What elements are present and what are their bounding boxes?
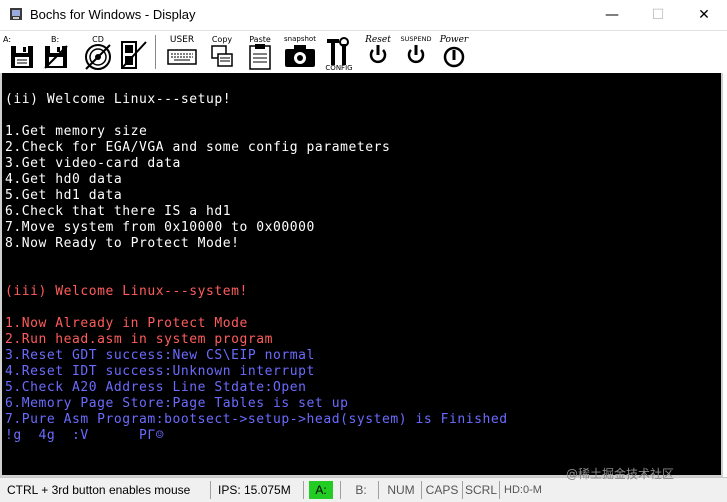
- config-label: CONFIG: [325, 64, 353, 72]
- status-divider: [421, 481, 422, 499]
- status-divider: [340, 481, 341, 499]
- paste-button[interactable]: Paste: [245, 34, 275, 72]
- hard-disk-indicator: HD:0-M: [504, 484, 542, 496]
- power-label: Power: [439, 35, 469, 45]
- console-line: (ii) Welcome Linux---setup!: [5, 92, 232, 107]
- paste-label: Paste: [249, 35, 271, 44]
- floppy-b-label: B:: [51, 35, 60, 44]
- bochs-app-icon: [10, 8, 22, 20]
- usb-icon: [121, 41, 147, 69]
- console-line: 3.Reset GDT success:New CS\EIP normal: [5, 348, 315, 363]
- console-line: 8.Now Ready to Protect Mode!: [5, 236, 240, 251]
- console-line: 5.Get hd1 data: [5, 188, 123, 203]
- console-line: 3.Get video-card data: [5, 156, 181, 171]
- minimize-icon: —: [605, 7, 619, 23]
- power-button[interactable]: Power: [437, 34, 471, 72]
- mouse-hint-text: CTRL + 3rd button enables mouse: [7, 483, 191, 497]
- caps-lock-indicator: CAPS: [425, 483, 459, 497]
- status-divider: [378, 481, 379, 499]
- floppy-a-button[interactable]: A:: [3, 34, 37, 72]
- suspend-button[interactable]: SUSPEND: [399, 34, 433, 72]
- console-line: 7.Pure Asm Program:bootsect->setup->head…: [5, 412, 508, 427]
- console-line: 4.Reset IDT success:Unknown interrupt: [5, 364, 315, 379]
- console-line: 6.Check that there IS a hd1: [5, 204, 232, 219]
- scroll-lock-indicator: SCRL: [464, 483, 497, 497]
- toolbar: A: B: CD USER Copy Paste snapshot CONFIG…: [0, 30, 727, 74]
- console-line: 2.Run head.asm in system program: [5, 332, 274, 347]
- close-icon: ✕: [698, 7, 710, 23]
- watermark-text: @稀土掘金技术社区: [566, 467, 675, 481]
- snapshot-button[interactable]: snapshot: [282, 34, 318, 72]
- console-line: 1.Get memory size: [5, 124, 148, 139]
- reset-label: Reset: [365, 35, 391, 45]
- num-lock-indicator: NUM: [387, 483, 415, 497]
- minimize-button[interactable]: —: [589, 0, 635, 30]
- snapshot-label: snapshot: [284, 35, 316, 43]
- emulator-display[interactable]: (ii) Welcome Linux---setup! 1.Get memory …: [0, 73, 723, 477]
- floppy-b-led: B:: [355, 483, 367, 497]
- console-line: !g 4g :V PΓ☺: [5, 428, 165, 443]
- title-bar: Bochs for Windows - Display — ☐ ✕: [0, 0, 727, 30]
- cdrom-button[interactable]: CD: [82, 34, 114, 72]
- copy-label: Copy: [211, 35, 233, 44]
- status-divider: [499, 481, 500, 499]
- user-label: USER: [169, 35, 195, 45]
- suspend-label: SUSPEND: [400, 35, 432, 43]
- user-button[interactable]: USER: [165, 34, 199, 72]
- floppy-a-led: A:: [309, 481, 333, 499]
- floppy-a-label: A:: [3, 35, 12, 44]
- usb-button[interactable]: [118, 34, 148, 72]
- close-button[interactable]: ✕: [681, 0, 727, 30]
- maximize-icon: ☐: [651, 7, 665, 23]
- toolbar-divider: [155, 35, 156, 69]
- console-line: 2.Check for EGA/VGA and some config para…: [5, 140, 391, 155]
- copy-button[interactable]: Copy: [207, 34, 237, 72]
- ips-readout: IPS: 15.075M: [218, 483, 291, 497]
- console-line: 7.Move system from 0x10000 to 0x00000: [5, 220, 315, 235]
- window-title: Bochs for Windows - Display: [30, 7, 196, 22]
- config-button[interactable]: CONFIG: [324, 34, 354, 72]
- console-line: (iii) Welcome Linux---system!: [5, 284, 248, 299]
- console-line: 5.Check A20 Address Line Stdate:Open: [5, 380, 307, 395]
- console-line: 4.Get hd0 data: [5, 172, 123, 187]
- reset-button[interactable]: Reset: [361, 34, 395, 72]
- floppy-b-button[interactable]: B:: [41, 34, 71, 72]
- status-divider: [462, 481, 463, 499]
- status-divider: [303, 481, 304, 499]
- maximize-button[interactable]: ☐: [635, 0, 681, 30]
- console-line: 6.Memory Page Store:Page Tables is set u…: [5, 396, 349, 411]
- cdrom-label: CD: [92, 35, 104, 44]
- status-divider: [210, 481, 211, 499]
- console-line: 1.Now Already in Protect Mode: [5, 316, 248, 331]
